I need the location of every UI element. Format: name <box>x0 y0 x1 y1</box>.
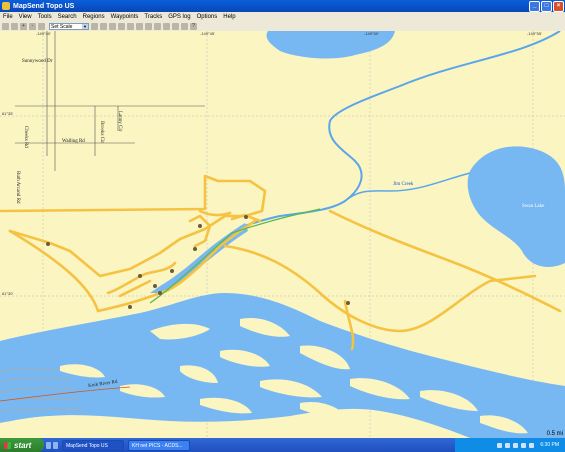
street-label-walling: Walling Rd <box>62 139 85 144</box>
lon-label: -149°55' <box>527 31 542 36</box>
water-label-swan-lake: Swan Lake <box>522 204 545 209</box>
start-label: start <box>14 440 32 450</box>
terrain-icon[interactable] <box>109 23 116 30</box>
globe-icon[interactable] <box>91 23 98 30</box>
scale-indicator: 0.5 mi <box>546 431 563 437</box>
gps-track <box>149 208 321 304</box>
taskbar: start MapSend Topo US KH net PICS - ACDS… <box>0 438 565 452</box>
tray-icon[interactable] <box>513 442 519 448</box>
maximize-button[interactable]: □ <box>541 0 552 12</box>
menu-options[interactable]: Options <box>197 14 218 20</box>
street-label-cheeks: Cheeks Rd <box>23 126 28 148</box>
upload-icon[interactable] <box>163 23 170 30</box>
quicklaunch-icon[interactable] <box>53 441 58 449</box>
map-view[interactable]: -149°40' -149°45' -149°50' -149°55' 61°3… <box>0 31 565 438</box>
waypoint-icon[interactable] <box>118 23 125 30</box>
start-button[interactable]: start <box>0 438 44 452</box>
download-icon[interactable] <box>172 23 179 30</box>
menu-search[interactable]: Search <box>58 14 77 20</box>
close-button[interactable]: × <box>553 0 564 12</box>
tray-icon[interactable] <box>529 442 535 448</box>
lon-label: -149°45' <box>200 31 215 36</box>
lon-label: -149°50' <box>364 31 379 36</box>
menu-tracks[interactable]: Tracks <box>144 14 162 20</box>
binoculars-icon[interactable] <box>136 23 143 30</box>
menu-view[interactable]: View <box>19 14 32 20</box>
street-label-ruth-arcand: Ruth Arcand Rd <box>15 171 20 204</box>
taskbar-task[interactable]: KH net PICS - ACDS... <box>128 439 190 451</box>
street-label-lanny: Lanny Cir <box>117 111 122 132</box>
save-icon[interactable] <box>2 23 9 30</box>
scale-select-label: Set Scale <box>51 24 73 30</box>
water-label-jim-creek: Jim Creek <box>393 182 414 187</box>
swan-lake <box>467 146 565 267</box>
streets <box>15 31 205 171</box>
menu-bar: File View Tools Search Regions Waypoints… <box>0 12 565 22</box>
clock: 6:30 PM <box>540 442 559 448</box>
gps-icon[interactable] <box>181 23 188 30</box>
system-tray: 6:30 PM <box>455 438 565 452</box>
lat-label: 61°30' <box>2 291 14 296</box>
street-label-sunnywood: Sunnywood Dr <box>22 59 53 64</box>
menu-gps-log[interactable]: GPS log <box>168 14 190 20</box>
print-icon[interactable] <box>11 23 18 30</box>
scale-select[interactable]: Set Scale ▼ <box>49 23 89 30</box>
tray-icon[interactable] <box>521 442 527 448</box>
map-canvas <box>0 31 565 438</box>
menu-file[interactable]: File <box>3 14 13 20</box>
menu-tools[interactable]: Tools <box>38 14 52 20</box>
river-channel <box>150 223 248 293</box>
tray-icon[interactable] <box>505 442 511 448</box>
tray-icon[interactable] <box>497 442 503 448</box>
route-icon[interactable] <box>154 23 161 30</box>
windows-logo-icon <box>4 441 11 449</box>
chevron-down-icon: ▼ <box>82 24 88 29</box>
quicklaunch-icon[interactable] <box>46 441 51 449</box>
window-title: MapSend Topo US <box>13 2 75 10</box>
grid-icon[interactable] <box>127 23 134 30</box>
zoom-fit-icon[interactable] <box>38 23 45 30</box>
lat-label: 61°35' <box>2 111 14 116</box>
title-bar: MapSend Topo US _ □ × <box>0 0 565 12</box>
street-label-brooks: Brooks Cir <box>99 121 104 144</box>
taskbar-task[interactable]: MapSend Topo US <box>62 439 124 451</box>
menu-help[interactable]: Help <box>223 14 235 20</box>
minimize-button[interactable]: _ <box>529 0 540 12</box>
help-icon[interactable]: ? <box>190 23 197 30</box>
app-icon <box>2 2 10 10</box>
zoom-in-icon[interactable]: + <box>20 23 27 30</box>
lon-label: -149°40' <box>36 31 51 36</box>
menu-waypoints[interactable]: Waypoints <box>111 14 139 20</box>
menu-regions[interactable]: Regions <box>83 14 105 20</box>
zoom-out-icon[interactable]: - <box>29 23 36 30</box>
creek-branch <box>344 172 471 202</box>
pan-icon[interactable] <box>100 23 107 30</box>
filter-icon[interactable] <box>145 23 152 30</box>
